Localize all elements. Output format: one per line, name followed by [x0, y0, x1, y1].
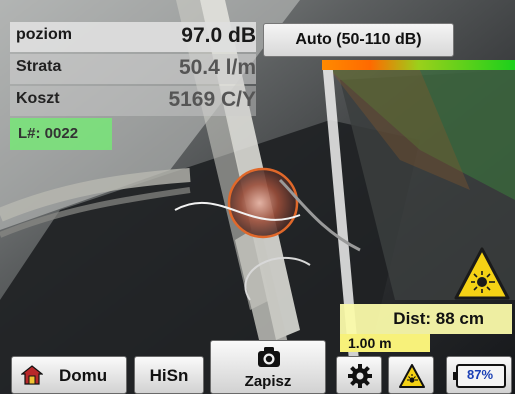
save-button[interactable]: Zapisz [210, 340, 326, 394]
level-label: poziom [16, 26, 72, 43]
leak-number: L#: 0022 [18, 125, 79, 142]
range-button[interactable]: Auto (50-110 dB) [263, 23, 454, 57]
level-value: 97.0 dB [181, 24, 256, 47]
cost-row: Koszt 5169 C/Y [10, 86, 256, 116]
cost-label: Koszt [16, 90, 60, 107]
settings-button[interactable] [336, 356, 382, 394]
distance-display: Dist: 88 cm [340, 304, 512, 334]
cost-value: 5169 C/Y [168, 88, 256, 111]
loss-label: Strata [16, 58, 62, 75]
loss-value: 50.4 l/m [178, 56, 256, 79]
hisn-button[interactable]: HiSn [134, 356, 204, 394]
home-label: Domu [59, 366, 108, 385]
gear-icon [348, 364, 372, 388]
laser-button[interactable] [388, 356, 434, 394]
battery-level: 87% [467, 367, 494, 382]
save-label: Zapisz [244, 373, 292, 390]
home-icon [21, 365, 43, 385]
laser-warning-icon [453, 246, 511, 302]
camera-icon [258, 347, 280, 367]
laser-icon [399, 364, 425, 388]
level-row: poziom 97.0 dB [10, 22, 256, 52]
scale-indicator: 1.00 m [340, 334, 430, 352]
battery-button[interactable]: 87% [446, 356, 512, 394]
measurement-panel: poziom 97.0 dB Strata 50.4 l/m Koszt 516… [10, 22, 256, 118]
loss-row: Strata 50.4 l/m [10, 54, 256, 84]
leak-number-badge: L#: 0022 [10, 118, 112, 150]
distance-value: Dist: 88 cm [393, 309, 484, 328]
home-button[interactable]: Domu [11, 356, 127, 394]
hisn-label: HiSn [149, 366, 189, 385]
scale-value: 1.00 m [348, 335, 392, 351]
